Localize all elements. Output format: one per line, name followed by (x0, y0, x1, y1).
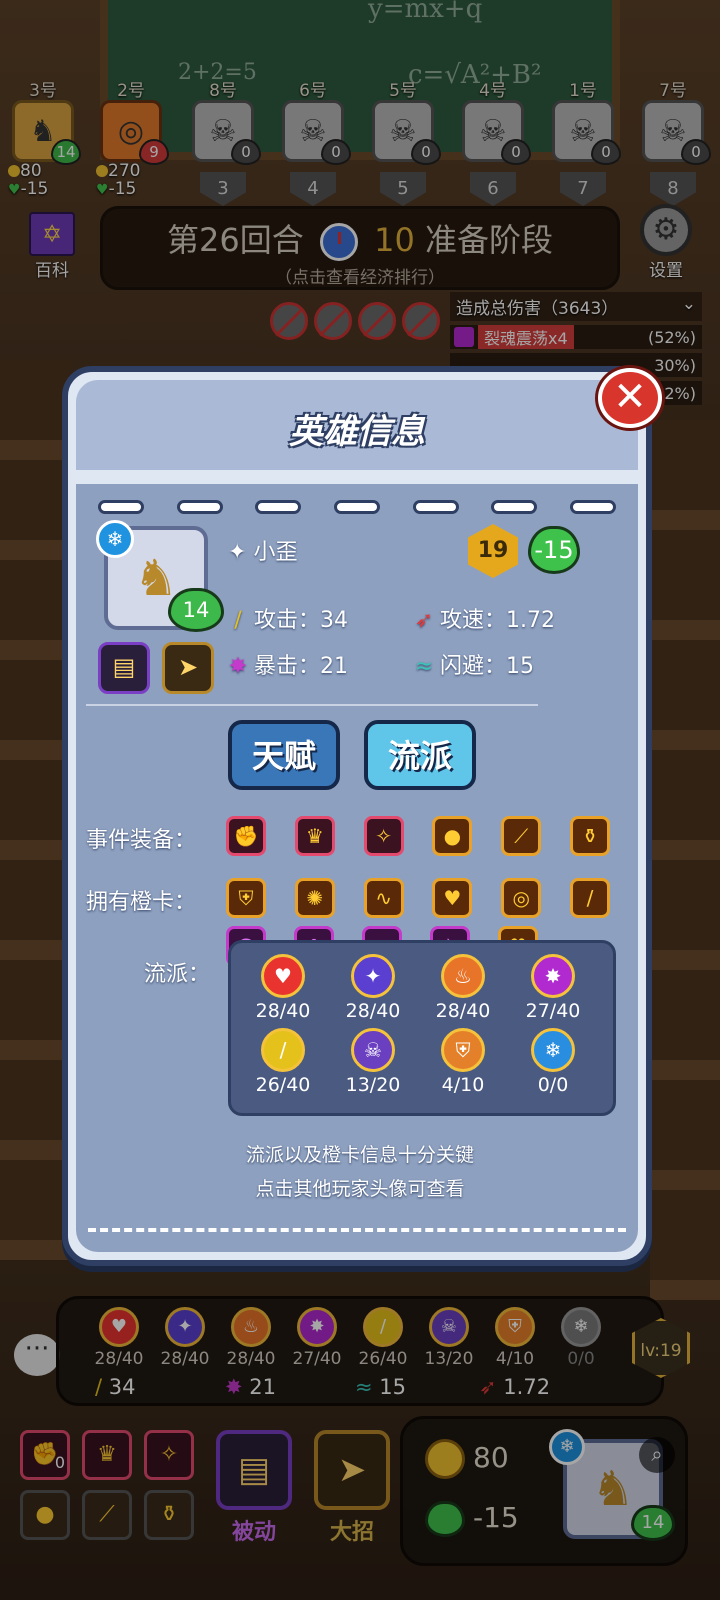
school-item[interactable]: ✸ 27/40 (508, 954, 598, 1022)
stat-crit: ✸ 暴击：21 (228, 654, 348, 679)
tab-talent[interactable]: 天赋 (228, 720, 340, 790)
skull-icon: ☠ (351, 1028, 395, 1072)
event-equipment-row: ✊ ♛ ✧ ● ⟋ ⚱ (226, 816, 610, 856)
heart-icon: ♥ (261, 954, 305, 998)
dragon-card-icon[interactable]: ∿ (363, 878, 404, 918)
fist-icon[interactable]: ✊ (226, 816, 266, 856)
school-item[interactable]: ♨ 28/40 (418, 954, 508, 1022)
school-item[interactable]: ✦ 28/40 (328, 954, 418, 1022)
school-item[interactable]: ♥ 28/40 (238, 954, 328, 1022)
stat-dodge: ≈ 闪避：15 (414, 654, 534, 679)
sun-card-icon[interactable]: ✺ (294, 878, 335, 918)
wing-blade-icon: ➤ (177, 653, 199, 681)
school-item[interactable]: ❄ 0/0 (508, 1028, 598, 1096)
crown-icon[interactable]: ♛ (294, 816, 335, 856)
ultimate-skill-slot[interactable]: ➤ (162, 642, 214, 694)
burst-icon: ✸ (228, 654, 248, 679)
party-popper-icon[interactable]: ✧ (363, 816, 404, 856)
vortex-card-icon[interactable]: ◎ (501, 878, 542, 918)
cards-icon: ▤ (112, 653, 136, 681)
balloon-icon[interactable]: ● (432, 816, 473, 856)
tip-line: 点击其他玩家头像可查看 (255, 1178, 465, 1200)
flame-icon: ♨ (441, 954, 485, 998)
event-equipment-label: 事件装备： (86, 828, 197, 853)
school-progress: 4/10 (441, 1074, 485, 1096)
wing-icon: ≈ (414, 654, 434, 679)
hero-hp-badge: 14 (168, 588, 224, 632)
school-progress: 27/40 (525, 1000, 581, 1022)
close-button[interactable]: ✕ (598, 368, 662, 428)
divider (86, 704, 538, 706)
sword-card-icon[interactable]: / (569, 878, 610, 918)
stat-attack-speed: ➶ 攻速：1.72 (414, 608, 555, 633)
orange-cards-row: ⛨ ✺ ∿ ♥ ◎ / (226, 878, 610, 918)
sword-icon: / (261, 1028, 305, 1072)
spirit-icon: ✦ (351, 954, 395, 998)
school-label: 流派： (144, 962, 211, 987)
snowflake-icon: ❄ (531, 1028, 575, 1072)
hero-name: ✦ 小歪 (228, 540, 298, 565)
tip-line: 流派以及橙卡信息十分关键 (245, 1144, 474, 1166)
arrow-icon: ➶ (414, 608, 434, 633)
tab-school[interactable]: 流派 (364, 720, 476, 790)
school-item[interactable]: /26/40 (238, 1028, 328, 1096)
stitch-divider (98, 500, 616, 514)
close-icon: ✕ (613, 374, 647, 420)
school-progress: 28/40 (435, 1000, 491, 1022)
school-progress: 28/40 (255, 1000, 311, 1022)
stitch-border (88, 1228, 626, 1232)
modal-title: 英雄信息 (289, 412, 425, 452)
bottle-icon[interactable]: ⚱ (569, 816, 610, 856)
passive-skill-slot[interactable]: ▤ (98, 642, 150, 694)
burst-icon: ✸ (531, 954, 575, 998)
snowflake-icon: ❄ (96, 520, 134, 558)
school-progress: 0/0 (537, 1074, 569, 1096)
hero-life-badge: -15 (528, 526, 580, 574)
slingshot-icon[interactable]: ⟋ (501, 816, 542, 856)
school-progress: 28/40 (345, 1000, 401, 1022)
sword-icon: / (234, 608, 242, 633)
school-item[interactable]: ☠ 13/20 (328, 1028, 418, 1096)
shield-icon: ⛨ (441, 1028, 485, 1072)
sparkle-icon: ✦ (228, 540, 254, 565)
heart-card-icon[interactable]: ♥ (432, 878, 473, 918)
school-progress: 13/20 (345, 1074, 401, 1096)
school-item[interactable]: ⛨ 4/10 (418, 1028, 508, 1096)
shield-card-icon[interactable]: ⛨ (226, 878, 266, 918)
orange-cards-label: 拥有橙卡： (86, 890, 197, 915)
stat-attack: / 攻击：34 (228, 602, 348, 634)
school-progress: 26/40 (255, 1074, 311, 1096)
